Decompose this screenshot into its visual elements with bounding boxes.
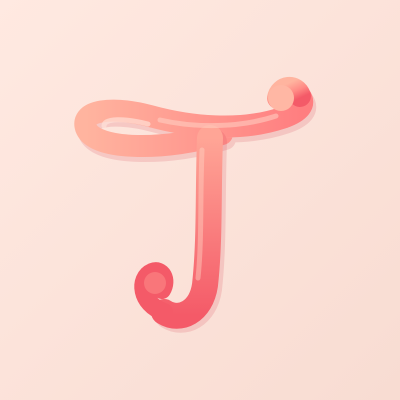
top-curl-ball xyxy=(268,85,294,111)
app-icon-canvas xyxy=(0,0,400,400)
bottom-curl-ball xyxy=(144,272,166,294)
script-letter-t-icon xyxy=(0,0,400,400)
